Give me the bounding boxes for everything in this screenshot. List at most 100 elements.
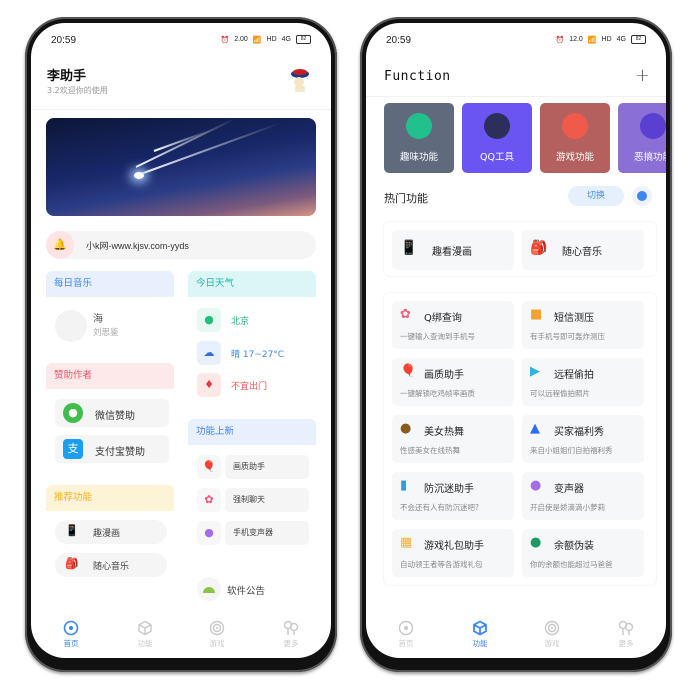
flame-icon: ♦: [197, 373, 221, 397]
comics-illustration-icon: 📱: [400, 240, 418, 256]
notice-bar[interactable]: 🔔 小k网-www.kjsv.com-yyds: [46, 231, 316, 259]
function-screen: 20:59 ⏰ 12.0 📶 HD 4G 82 Function + 趣味功能 …: [366, 23, 666, 658]
feature-card[interactable]: ● 变声器 开启使是娇滴滴小萝莉: [522, 472, 644, 520]
wechat-sponsor-label: 微信赞助: [95, 411, 135, 422]
video-camera-icon: ▶: [530, 364, 540, 379]
status-icons: ⏰ 12.0 📶 HD 4G 82: [555, 35, 646, 44]
more-balloons-icon: [283, 620, 299, 635]
status-bar: 20:59 ⏰ 2.00 📶 HD 4G 82: [31, 35, 331, 49]
feature-desc: 一键输入查询到手机号: [400, 332, 475, 341]
category-label: 游戏功能: [555, 152, 594, 163]
hot-item-music[interactable]: 🎒 随心音乐: [522, 230, 644, 270]
page-title: Function: [384, 69, 451, 84]
music-cover[interactable]: [55, 310, 87, 342]
header-divider: [366, 96, 666, 97]
feature-card[interactable]: ● 美女热舞 性感美女在线热舞: [392, 415, 514, 463]
signal-label: 4G: [281, 36, 291, 43]
feature-title: Q绑查询: [424, 313, 462, 324]
feature-title: 远程偷拍: [554, 370, 594, 381]
alipay-icon: 支: [63, 439, 83, 459]
home-screen: 20:59 ⏰ 2.00 📶 HD 4G 82 李助手 3.2欢迎你的使用 🔔: [31, 23, 331, 658]
eggplant-icon: ●: [197, 521, 221, 545]
recommend-item-music[interactable]: 🎒 随心音乐: [55, 553, 167, 577]
girl-face-icon: ●: [400, 421, 412, 436]
category-label: 趣味功能: [399, 152, 438, 163]
tab-functions[interactable]: 功能: [460, 620, 500, 649]
switch-button[interactable]: 切换: [568, 186, 624, 206]
tab-more[interactable]: 更多: [271, 620, 311, 649]
new-feature-label: 画质助手: [225, 455, 309, 479]
tab-functions[interactable]: 功能: [125, 620, 165, 649]
feature-desc: 有手机号即可轰炸测压: [530, 332, 605, 341]
tab-games[interactable]: 游戏: [532, 620, 572, 649]
features-grid: ✿ Q绑查询 一键输入查询到手机号 ■ 短信测压 有手机号即可轰炸测压 🎈 画质…: [384, 293, 656, 585]
feature-desc: 一键解锁吃鸡帧率画质: [400, 389, 475, 398]
feature-card[interactable]: ✿ Q绑查询 一键输入查询到手机号: [392, 301, 514, 349]
more-balloons-icon: [618, 620, 634, 635]
tab-more-label: 更多: [618, 639, 634, 648]
recommend-label: 随心音乐: [93, 562, 130, 572]
hot-item-label: 随心音乐: [562, 247, 602, 258]
section-recommend: 推荐功能: [46, 485, 174, 511]
feature-card[interactable]: ▲ 买家福利秀 来自小姐姐们自拍福利秀: [522, 415, 644, 463]
hot-features-panel: 📱 趣看漫画 🎒 随心音乐: [384, 222, 656, 276]
cube-icon: [473, 620, 487, 636]
weather-advice: 不宜出门: [231, 382, 268, 392]
battery-icon: 82: [631, 35, 646, 44]
category-fun[interactable]: 趣味功能: [384, 103, 454, 173]
feature-title: 变声器: [554, 484, 584, 495]
category-qq-tools[interactable]: QQ工具: [462, 103, 532, 173]
section-weather: 今日天气: [188, 271, 316, 297]
battery-icon: 82: [296, 35, 311, 44]
feature-card[interactable]: ▮ 防沉迷助手 不会还有人有防沉迷吧?: [392, 472, 514, 520]
music-song[interactable]: 海: [93, 310, 103, 325]
lighthouse-icon: ▮: [400, 478, 408, 493]
feature-title: 余额伪装: [554, 541, 594, 552]
app-subtitle: 3.2欢迎你的使用: [47, 86, 108, 95]
category-label: QQ工具: [480, 152, 514, 163]
user-avatar[interactable]: [289, 67, 311, 93]
feature-card[interactable]: 🎈 画质助手 一键解锁吃鸡帧率画质: [392, 358, 514, 406]
feature-card[interactable]: ▶ 远程偷拍 可以远程偷拍照片: [522, 358, 644, 406]
feature-card[interactable]: ▦ 游戏礼包助手 自动领王者等各游戏礼包: [392, 529, 514, 577]
briefcase-icon: [406, 113, 432, 139]
recommend-item-comics[interactable]: 📱 趣漫画: [55, 520, 167, 544]
plus-icon[interactable]: +: [635, 65, 650, 86]
feature-title: 短信测压: [554, 313, 594, 324]
cube-icon: [138, 620, 152, 636]
game-card-icon: [562, 113, 588, 139]
tab-games[interactable]: 游戏: [197, 620, 237, 649]
wechat-sponsor-button[interactable]: ● 微信赞助: [55, 399, 169, 427]
hot-item-comics[interactable]: 📱 趣看漫画: [392, 230, 514, 270]
tab-home-label: 首页: [398, 639, 414, 648]
tab-home[interactable]: 首页: [386, 620, 426, 649]
music-artist: 刘思鉴: [93, 328, 119, 338]
weather-city: 北京: [231, 317, 250, 327]
phone-home: 20:59 ⏰ 2.00 📶 HD 4G 82 李助手 3.2欢迎你的使用 🔔: [25, 17, 337, 672]
status-time: 20:59: [51, 35, 77, 46]
banner-image[interactable]: [46, 118, 316, 216]
category-games[interactable]: 游戏功能: [540, 103, 610, 173]
signal-label: 4G: [616, 36, 626, 43]
recommend-label: 趣漫画: [93, 529, 121, 539]
toggle-radio[interactable]: [632, 186, 652, 206]
status-bar: 20:59 ⏰ 12.0 📶 HD 4G 82: [366, 35, 666, 49]
feature-title: 美女热舞: [424, 427, 464, 438]
meteor-trail: [153, 129, 211, 152]
balloon-icon: 🎈: [400, 364, 417, 379]
balloon-icon: 🎈: [197, 455, 221, 479]
alipay-sponsor-button[interactable]: 支 支付宝赞助: [55, 435, 169, 463]
tab-more[interactable]: 更多: [606, 620, 646, 649]
category-prank[interactable]: 恶搞功能: [618, 103, 666, 173]
feature-desc: 来自小姐姐们自拍福利秀: [530, 446, 613, 455]
feature-card[interactable]: ● 余额伪装 你的余额也能超过马爸爸: [522, 529, 644, 577]
feature-card[interactable]: ■ 短信测压 有手机号即可轰炸测压: [522, 301, 644, 349]
music-illustration-icon: 🎒: [530, 240, 548, 256]
home-circle-icon: [398, 620, 414, 636]
chat-bubbles-icon: ●: [530, 535, 542, 550]
hot-item-label: 趣看漫画: [432, 247, 472, 258]
chat-badge-icon: ✿: [197, 488, 221, 512]
header-divider: [31, 109, 331, 110]
tab-home[interactable]: 首页: [51, 620, 91, 649]
category-label: 恶搞功能: [633, 152, 666, 163]
